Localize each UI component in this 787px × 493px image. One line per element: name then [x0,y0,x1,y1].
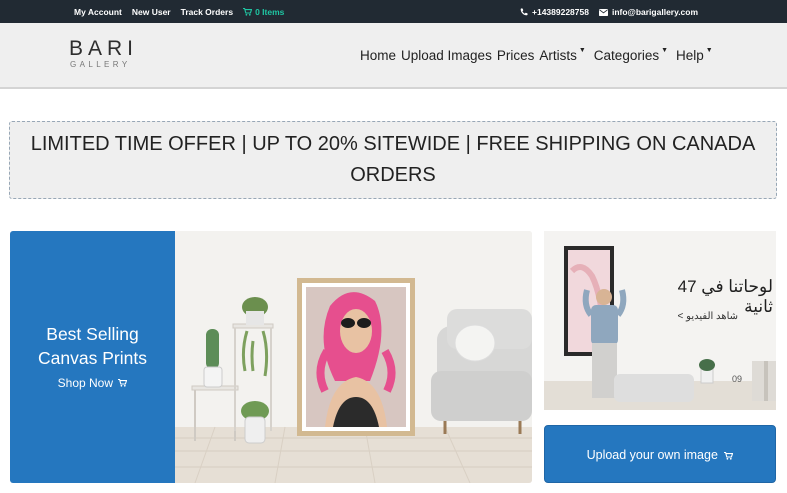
nav-help[interactable]: Help ▼ [676,47,713,63]
track-orders-link[interactable]: Track Orders [181,7,233,17]
upload-button-label: Upload your own image [586,448,718,462]
new-user-link[interactable]: New User [132,7,171,17]
nav-artists[interactable]: Artists ▼ [539,47,586,63]
nav-artists-label: Artists [539,48,577,63]
nav-help-label: Help [676,48,704,63]
main-header: BARI GALLERY Home Upload Images Prices A… [0,23,787,89]
best-selling-title: Best Selling Canvas Prints [10,322,175,370]
email-link[interactable]: info@barigallery.com [598,7,699,17]
clock-readout: 09 [732,374,743,384]
cart-icon [243,8,253,16]
my-account-link[interactable]: My Account [74,7,122,17]
best-selling-title-line-2: Canvas Prints [38,348,147,368]
logo-brand: BARI [69,37,139,60]
nav-upload-images[interactable]: Upload Images [401,48,492,63]
phone-number: +14389228758 [532,7,589,17]
nav-categories-label: Categories [593,48,660,63]
nav-prices[interactable]: Prices [497,48,535,63]
cart-link[interactable]: 0 Items [243,7,284,17]
best-selling-banner[interactable]: Best Selling Canvas Prints Shop Now [10,231,532,483]
living-room-artwork-image [175,231,532,483]
cart-icon [724,451,734,460]
promo-banner: LIMITED TIME OFFER | UP TO 20% SITEWIDE … [9,121,777,199]
cart-count: 0 Items [255,7,285,17]
video-promo-banner[interactable]: لوحاتنا في 47 ثانية شاهد الفيديو > 09 [544,231,776,410]
promo-line-2: ORDERS [350,164,436,186]
contact-info: +14389228758 info@barigallery.com [520,7,698,17]
phone-link[interactable]: +14389228758 [520,7,589,17]
promo-line-1: LIMITED TIME OFFER | UP TO 20% SITEWIDE … [30,133,756,155]
email-address: info@barigallery.com [611,7,699,17]
best-selling-panel: Best Selling Canvas Prints Shop Now [10,231,175,483]
watch-video-link[interactable]: شاهد الفيديو > [664,311,738,322]
shop-now-label: Shop Now [57,376,114,390]
chevron-down-icon: ▼ [578,47,586,54]
bari-gallery-logo[interactable]: BARI GALLERY [69,38,149,70]
cart-icon [118,378,128,387]
best-selling-title-line-1: Best Selling [46,324,139,344]
account-links: My Account New User Track Orders 0 Items [74,7,284,17]
envelope-icon [598,8,608,16]
top-bar: My Account New User Track Orders 0 Items… [0,0,787,23]
shop-now-link[interactable]: Shop Now [10,376,175,390]
chevron-down-icon: ▼ [661,47,669,54]
phone-icon [520,8,528,16]
nav-categories[interactable]: Categories ▼ [593,47,669,63]
chevron-down-icon: ▼ [705,47,713,54]
upload-own-image-button[interactable]: Upload your own image [544,425,776,483]
logo-subtitle: GALLERY [70,60,131,69]
nav-home[interactable]: Home [360,48,396,63]
main-nav: Home Upload Images Prices Artists ▼ Categ… [360,47,713,63]
